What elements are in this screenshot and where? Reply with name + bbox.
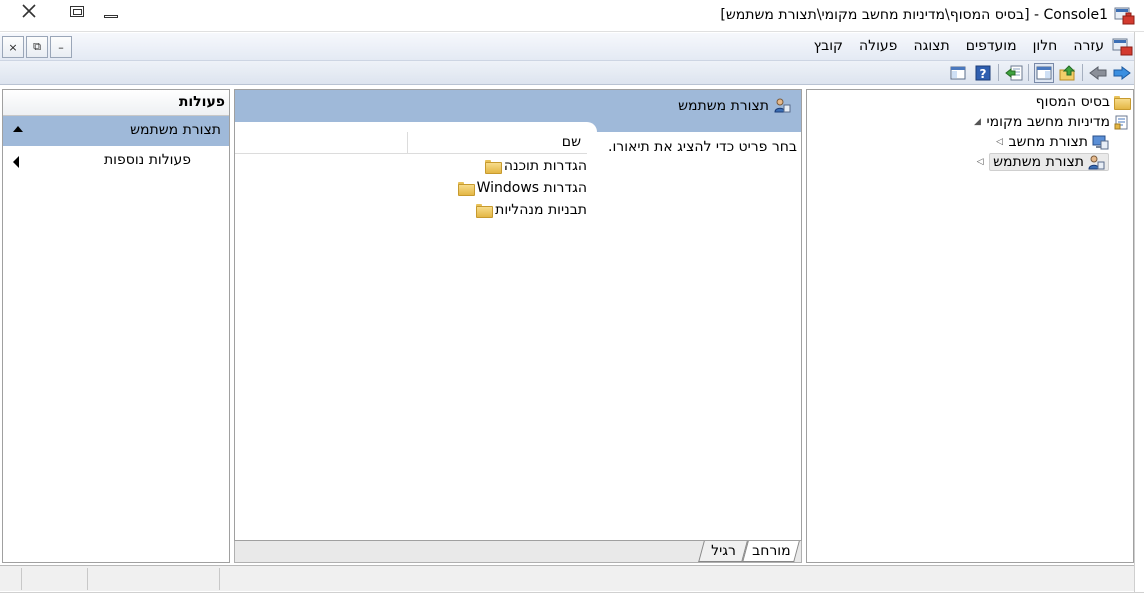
tab-label: רגיל [710, 543, 736, 559]
tab-standard[interactable]: רגיל [698, 541, 748, 562]
mdi-controls: × ⧉ – [2, 36, 72, 58]
menu-file[interactable]: קובץ [814, 38, 843, 54]
tree-node-label: תצורת מחשב [1008, 134, 1088, 150]
help-button[interactable]: ? [973, 63, 993, 83]
menu-action[interactable]: פעולה [859, 38, 897, 54]
tree-node-console-root[interactable]: בסיס המסוף [1035, 92, 1131, 112]
result-pane-title: תצורת משתמש [678, 98, 769, 114]
menu-help[interactable]: עזרה [1073, 38, 1104, 54]
close-icon [22, 4, 36, 18]
close-window-button[interactable] [14, 0, 44, 22]
actions-group-label: תצורת משתמש [130, 122, 221, 138]
tree-collapsed-icon[interactable]: ◁ [994, 137, 1004, 147]
console-menu-icon[interactable] [1112, 37, 1134, 57]
toolbar-separator [998, 64, 999, 81]
menu-view[interactable]: תצוגה [913, 38, 949, 54]
submenu-arrow-icon [13, 156, 19, 168]
actions-pane: פעולות תצורת משתמש פעולות נוספות [2, 89, 230, 563]
list-item-label: תבניות מנהליות [495, 202, 587, 218]
window-border [0, 592, 1144, 602]
action-pane-icon [950, 66, 966, 80]
export-list-icon [1005, 65, 1023, 81]
tree-node-label-wrap: תצורת מחשב [1008, 134, 1109, 150]
arrow-right-icon [1113, 66, 1131, 80]
window-title: Console1 - [בסיס המסוף\מדיניות מחשב מקומ… [720, 7, 1108, 23]
up-one-level-button[interactable] [1058, 63, 1078, 83]
policy-icon [1114, 115, 1128, 129]
user-config-icon [774, 98, 791, 113]
tree-node-label-wrap: תצורת משתמש [989, 153, 1109, 171]
folder-up-icon [1059, 65, 1076, 81]
more-actions-item[interactable]: פעולות נוספות [3, 152, 229, 176]
arrow-left-icon [1089, 66, 1107, 80]
folder-icon [484, 160, 502, 174]
menu-items: קובץ פעולה תצוגה מועדפים חלון עזרה [814, 38, 1104, 54]
show-hide-action-pane-button[interactable] [948, 63, 968, 83]
mdi-close-button[interactable]: × [2, 36, 24, 58]
window-border [1134, 32, 1144, 594]
list-item[interactable]: תבניות מנהליות [476, 202, 587, 218]
list-header: שם [235, 132, 587, 154]
restore-icon [70, 5, 84, 17]
menu-favorites[interactable]: מועדפים [966, 38, 1017, 54]
folder-icon [457, 182, 475, 196]
mdi-restore-button[interactable]: ⧉ [26, 36, 48, 58]
svg-text:?: ? [980, 67, 987, 81]
mmc-window: Console1 - [בסיס המסוף\מדיניות מחשב מקומ… [0, 0, 1144, 602]
status-cell [0, 568, 22, 590]
computer-config-icon [1092, 135, 1109, 149]
export-list-button[interactable] [1004, 63, 1024, 83]
title-bar: Console1 - [בסיס המסוף\מדיניות מחשב מקומ… [0, 0, 1144, 32]
tree-node-label-wrap: בסיס המסוף [1035, 94, 1131, 110]
user-config-icon [1088, 155, 1105, 169]
mmc-app-icon [1114, 7, 1135, 25]
column-header-name[interactable]: שם [562, 134, 581, 150]
collapse-up-icon[interactable] [13, 126, 23, 132]
tree-node-local-policy[interactable]: מדיניות מחשב מקומי ◢ [973, 112, 1130, 132]
tree-node-computer-configuration[interactable]: תצורת מחשב ◁ [994, 132, 1109, 152]
status-bar [0, 565, 1136, 591]
menu-bar: × ⧉ – קובץ פעולה תצוגה מועדפים חלון עזרה [0, 33, 1144, 61]
console-tree-pane: בסיס המסוף מדיניות מחשב מקומי ◢ תצורת מח… [806, 89, 1134, 563]
result-pane: תצורת משתמש בחר פריט כדי להציג את תיאורו… [234, 89, 802, 541]
status-cell [88, 568, 220, 590]
forward-button[interactable] [1112, 63, 1132, 83]
tree-node-label-wrap: מדיניות מחשב מקומי [987, 114, 1130, 130]
tab-label: מורחב [751, 543, 791, 559]
column-divider[interactable] [407, 132, 408, 154]
description-area: בחר פריט כדי להציג את תיאורו. [593, 132, 801, 540]
list-item[interactable]: הגדרות תוכנה [484, 158, 587, 174]
folder-icon [1114, 96, 1131, 110]
folder-icon [476, 204, 494, 218]
description-text: בחר פריט כדי להציג את תיאורו. [608, 139, 797, 155]
tree-node-user-configuration[interactable]: תצורת משתמש ◁ [975, 152, 1109, 172]
mdi-minimize-button[interactable]: – [50, 36, 72, 58]
tree-node-label: תצורת משתמש [993, 154, 1084, 170]
toolbar-separator [1028, 64, 1029, 81]
toolbar: ? [0, 61, 1144, 85]
menu-window[interactable]: חלון [1033, 38, 1058, 54]
minimize-icon [104, 14, 118, 18]
maximize-window-button[interactable] [62, 0, 92, 22]
list-item-label: הגדרות Windows [476, 180, 587, 196]
tab-extended[interactable]: מורחב [742, 541, 800, 562]
console-tree-icon [1036, 66, 1052, 80]
tree-node-label: מדיניות מחשב מקומי [986, 114, 1111, 130]
show-hide-console-tree-button[interactable] [1034, 63, 1054, 83]
help-icon: ? [975, 65, 991, 81]
items-list: שם הגדרות תוכנה הגדרות Windows תבניות מנ… [235, 122, 597, 540]
back-button[interactable] [1088, 63, 1108, 83]
status-cell [22, 568, 88, 590]
tree-collapsed-icon[interactable]: ◁ [975, 157, 985, 167]
more-actions-label: פעולות נוספות [103, 152, 191, 168]
list-item[interactable]: הגדרות Windows [457, 180, 587, 196]
list-item-label: הגדרות תוכנה [503, 158, 587, 174]
tree-expanded-icon[interactable]: ◢ [973, 117, 983, 127]
view-tabs: מורחב רגיל [234, 541, 802, 563]
actions-group-user-configuration[interactable]: תצורת משתמש [3, 116, 229, 146]
toolbar-separator [1082, 64, 1083, 81]
minimize-window-button[interactable] [96, 0, 126, 22]
actions-pane-title: פעולות [3, 90, 229, 116]
tree-node-label: בסיס המסוף [1035, 94, 1110, 110]
